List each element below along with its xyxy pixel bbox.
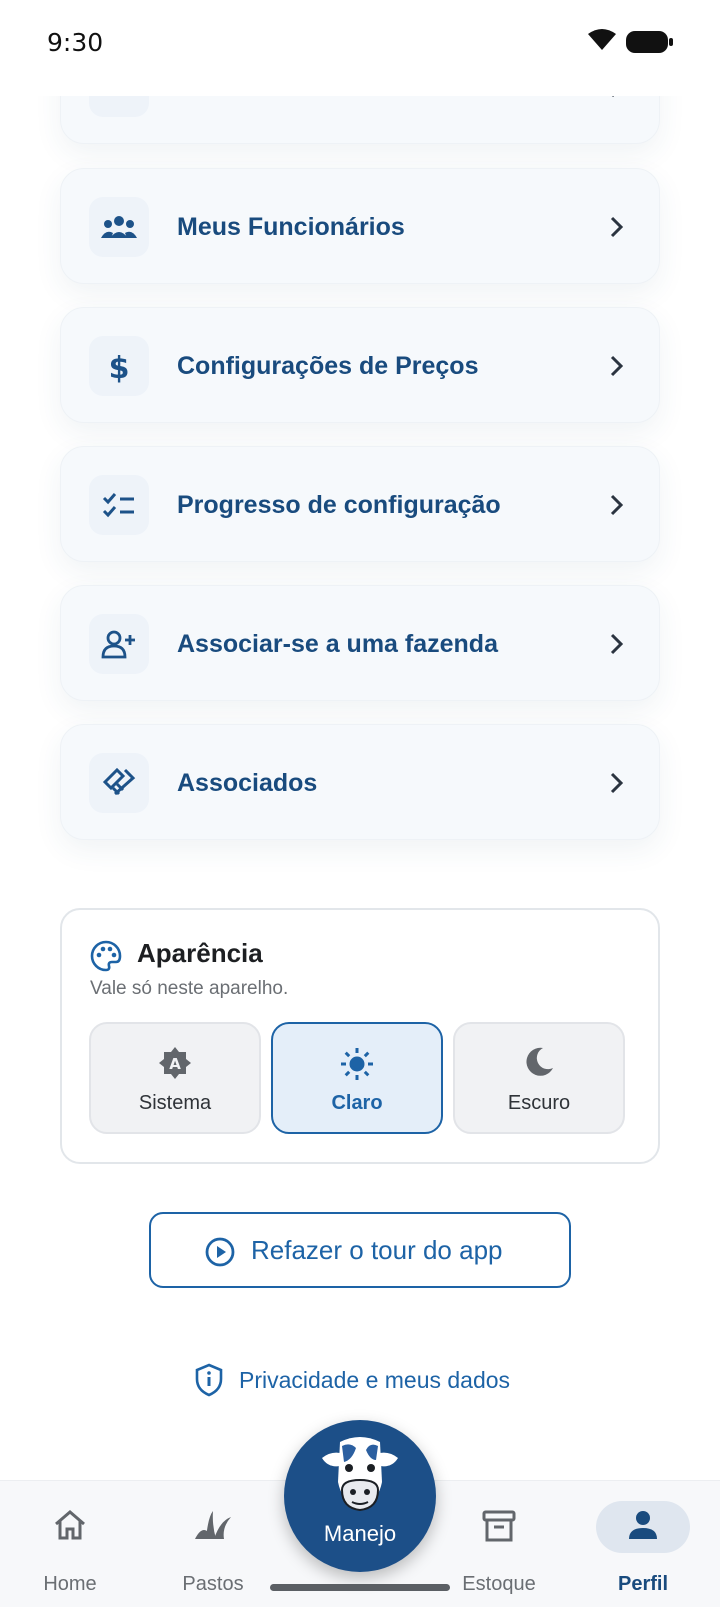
menu-item-prices[interactable]: $ Configurações de Preços <box>60 307 660 423</box>
menu-item-associates[interactable]: Associados <box>60 724 660 840</box>
dollar-icon: $ <box>89 336 149 396</box>
moon-icon <box>455 1046 623 1078</box>
shield-info-icon <box>195 1363 223 1402</box>
grass-icon <box>148 1509 278 1541</box>
manejo-fab-button[interactable]: Manejo <box>284 1420 436 1572</box>
person-icon <box>578 1509 708 1541</box>
menu-item-employees[interactable]: Meus Funcionários <box>60 168 660 284</box>
chevron-right-icon <box>609 215 625 244</box>
theme-option-label: Claro <box>331 1092 383 1114</box>
battery-icon <box>626 31 674 58</box>
appearance-card: Aparência Vale só neste aparelho. A Sist… <box>60 908 660 1164</box>
status-time: 9:30 <box>47 28 104 57</box>
manejo-label: Manejo <box>323 1521 397 1546</box>
menu-item-label: Configurações de Preços <box>177 352 479 380</box>
svg-text:A: A <box>169 1055 181 1073</box>
theme-option-system[interactable]: A Sistema <box>89 1022 261 1134</box>
status-bar: 9:30 <box>0 0 720 96</box>
menu-item-label: Associados <box>177 769 318 797</box>
privacy-link-label: Privacidade e meus dados <box>239 1367 511 1393</box>
chevron-right-icon <box>609 632 625 661</box>
appearance-subtitle: Vale só neste aparelho. <box>90 978 289 999</box>
chevron-right-icon <box>609 493 625 522</box>
archive-icon <box>434 1509 564 1543</box>
person-add-icon <box>89 614 149 674</box>
theme-option-label: Escuro <box>507 1092 571 1114</box>
cow-icon <box>318 1434 402 1527</box>
nav-label: Pastos <box>182 1573 244 1595</box>
redo-tour-button[interactable]: Refazer o tour do app <box>149 1212 571 1288</box>
handshake-icon <box>89 753 149 813</box>
chevron-right-icon <box>609 771 625 800</box>
menu-item-setup-progress[interactable]: Progresso de configuração <box>60 446 660 562</box>
theme-option-dark[interactable]: Escuro <box>453 1022 625 1134</box>
sun-icon <box>273 1046 441 1082</box>
wifi-icon <box>587 28 617 57</box>
menu-item-label: Associar-se a uma fazenda <box>177 630 498 658</box>
home-indicator <box>270 1584 450 1591</box>
palette-icon <box>90 940 122 977</box>
menu-item-label: Meus Funcionários <box>177 213 405 241</box>
auto-theme-icon: A <box>91 1046 259 1080</box>
nav-label: Home <box>43 1573 97 1595</box>
chevron-right-icon <box>609 354 625 383</box>
nav-estoque[interactable]: Estoque <box>434 1481 564 1607</box>
nav-perfil[interactable]: Perfil <box>578 1481 708 1607</box>
svg-text:$: $ <box>109 351 130 383</box>
theme-option-light[interactable]: Claro <box>271 1022 443 1134</box>
menu-item-label: Progresso de configuração <box>177 491 501 519</box>
redo-tour-label: Refazer o tour do app <box>251 1235 503 1265</box>
theme-option-label: Sistema <box>138 1092 212 1114</box>
nav-label: Estoque <box>462 1573 536 1595</box>
nav-label: Perfil <box>617 1573 669 1595</box>
nav-home[interactable]: Home <box>5 1481 135 1607</box>
play-circle-icon <box>205 1237 235 1272</box>
home-icon <box>5 1509 135 1541</box>
nav-pastos[interactable]: Pastos <box>148 1481 278 1607</box>
checklist-icon <box>89 475 149 535</box>
employees-icon <box>89 197 149 257</box>
menu-item-join-farm[interactable]: Associar-se a uma fazenda <box>60 585 660 701</box>
appearance-title: Aparência <box>137 938 263 968</box>
